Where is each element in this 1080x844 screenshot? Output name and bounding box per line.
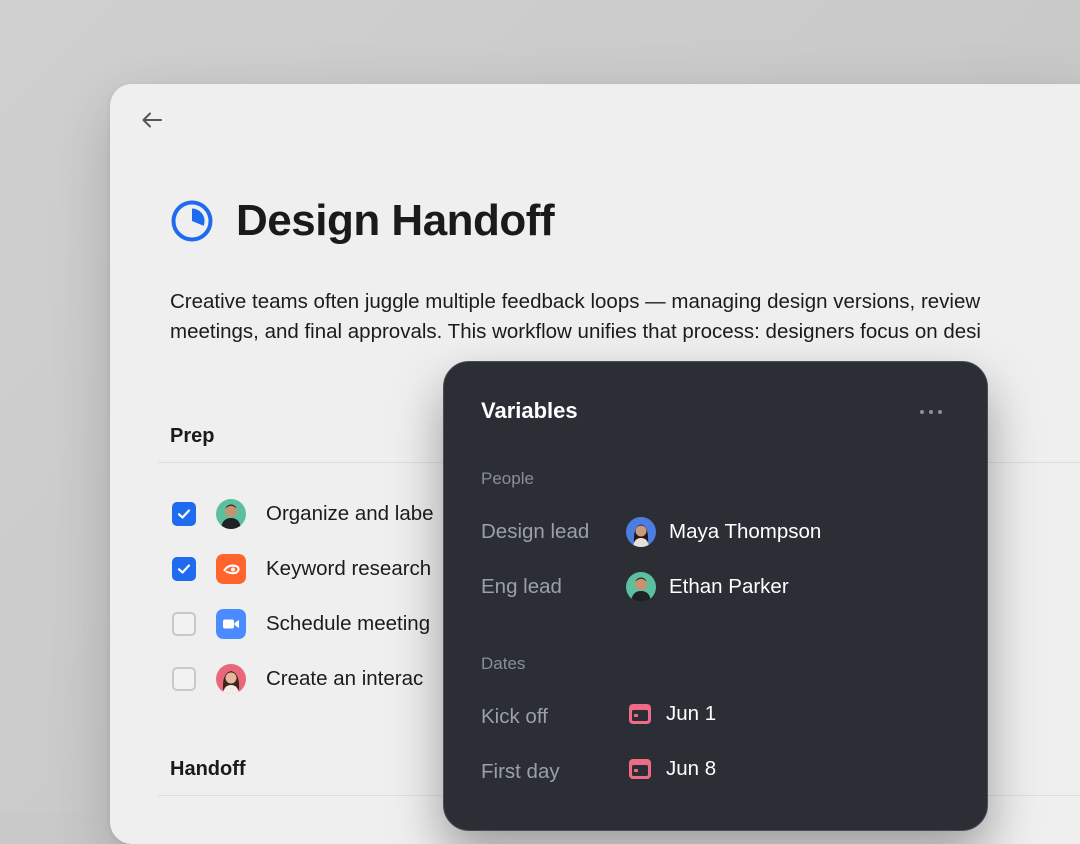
variable-label: First day bbox=[481, 760, 560, 783]
back-button[interactable] bbox=[138, 106, 166, 134]
panel-title: Variables bbox=[481, 398, 578, 423]
zoom-icon bbox=[216, 609, 246, 639]
task-label: Schedule meeting bbox=[266, 612, 431, 635]
group-label-people: People bbox=[481, 469, 534, 488]
task-checkbox[interactable] bbox=[172, 557, 196, 581]
semrush-icon bbox=[216, 554, 246, 584]
page-header: Design Handoff bbox=[170, 196, 555, 246]
task-checkbox[interactable] bbox=[172, 502, 196, 526]
task-item[interactable]: Organize and labe bbox=[172, 498, 434, 530]
variables-panel: Variables People Design lead Maya Thomps… bbox=[443, 361, 988, 831]
calendar-icon bbox=[629, 704, 651, 724]
variable-value-text: Jun 1 bbox=[666, 702, 717, 725]
arrow-left-icon bbox=[142, 112, 162, 128]
task-label: Keyword research bbox=[266, 557, 432, 580]
variable-value-person[interactable]: Maya Thompson bbox=[626, 517, 821, 547]
description-line: Creative teams often juggle multiple fee… bbox=[170, 290, 981, 313]
more-button[interactable] bbox=[916, 398, 946, 422]
variable-value-text: Jun 8 bbox=[666, 757, 717, 780]
section-title-prep: Prep bbox=[170, 425, 215, 447]
variable-value-text: Ethan Parker bbox=[669, 575, 789, 598]
pie-chart-icon bbox=[171, 200, 213, 242]
variable-label: Eng lead bbox=[481, 575, 562, 598]
task-checkbox[interactable] bbox=[172, 612, 196, 636]
checkmark-icon bbox=[177, 564, 191, 574]
group-label-dates: Dates bbox=[481, 654, 526, 673]
variable-label: Design lead bbox=[481, 520, 590, 543]
task-item[interactable]: Create an interac bbox=[172, 663, 423, 695]
page-title: Design Handoff bbox=[236, 196, 555, 245]
variable-value-person[interactable]: Ethan Parker bbox=[626, 572, 789, 602]
variable-value-date[interactable]: Jun 1 bbox=[626, 702, 716, 726]
avatar bbox=[216, 664, 246, 694]
variable-label: Kick off bbox=[481, 705, 548, 728]
variable-value-date[interactable]: Jun 8 bbox=[626, 757, 716, 781]
description-line: meetings, and final approvals. This work… bbox=[170, 320, 981, 343]
variable-value-text: Maya Thompson bbox=[669, 520, 822, 543]
task-item[interactable]: Schedule meeting bbox=[172, 608, 430, 640]
avatar bbox=[626, 517, 656, 547]
page-description: Creative teams often juggle multiple fee… bbox=[170, 287, 1080, 347]
more-horizontal-icon bbox=[920, 410, 942, 414]
task-checkbox[interactable] bbox=[172, 667, 196, 691]
avatar bbox=[626, 572, 656, 602]
checkmark-icon bbox=[177, 509, 191, 519]
task-label: Create an interac bbox=[266, 667, 424, 690]
task-item[interactable]: Keyword research bbox=[172, 553, 431, 585]
section-title-handoff: Handoff bbox=[170, 758, 246, 780]
calendar-icon bbox=[629, 759, 651, 779]
avatar bbox=[216, 499, 246, 529]
task-label: Organize and labe bbox=[266, 502, 434, 525]
